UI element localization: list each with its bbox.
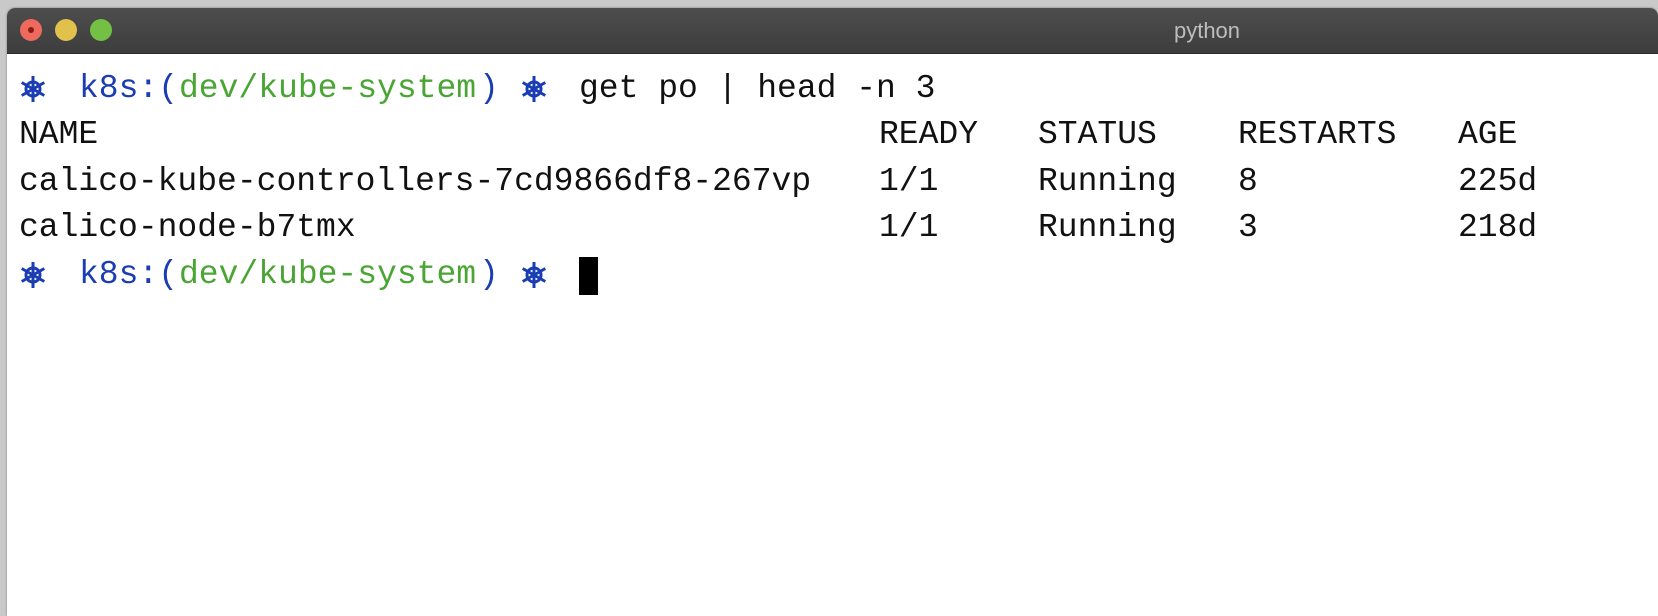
prompt-line: k8s:( dev/kube-system ) [19, 252, 598, 298]
col-ready-header: READY [879, 116, 979, 153]
pod-ready: 1/1 [879, 209, 939, 246]
terminal-cursor [579, 257, 598, 295]
prompt-prefix: k8s:( [79, 256, 179, 293]
prompt-suffix: ) [479, 256, 499, 293]
table-row: calico-node-b7tmx 1/1 Running 3 218d [19, 205, 1537, 251]
pod-name: calico-node-b7tmx [19, 209, 356, 246]
command-text: get po | head -n 3 [579, 70, 936, 107]
table-row: calico-kube-controllers-7cd9866df8-267vp… [19, 159, 1537, 205]
prompt-prefix: k8s:( [79, 70, 179, 107]
terminal-window: python k8s:( dev/kube-system ) get po | … [7, 8, 1658, 616]
table-header: NAME READY STATUS RESTARTS AGE [19, 112, 1517, 158]
col-restarts-header: RESTARTS [1238, 116, 1397, 153]
pod-restarts: 8 [1238, 163, 1258, 200]
title-bar[interactable]: python [7, 8, 1658, 54]
prompt-suffix: ) [479, 70, 499, 107]
pod-age: 218d [1458, 209, 1538, 246]
pod-ready: 1/1 [879, 163, 939, 200]
helm-wheel-icon [521, 76, 547, 102]
prompt-line: k8s:( dev/kube-system ) get po | head -n… [19, 66, 935, 112]
col-name-header: NAME [19, 116, 99, 153]
col-status-header: STATUS [1038, 116, 1157, 153]
col-age-header: AGE [1458, 116, 1518, 153]
helm-wheel-icon [20, 76, 46, 102]
prompt-context: dev/kube-system [179, 256, 477, 293]
pod-name: calico-kube-controllers-7cd9866df8-267vp [19, 163, 812, 200]
prompt-context: dev/kube-system [179, 70, 477, 107]
pod-age: 225d [1458, 163, 1538, 200]
pod-status: Running [1038, 209, 1177, 246]
pod-restarts: 3 [1238, 209, 1258, 246]
pod-status: Running [1038, 163, 1177, 200]
helm-wheel-icon [20, 262, 46, 288]
helm-wheel-icon [521, 262, 547, 288]
window-title: python [1173, 18, 1241, 43]
